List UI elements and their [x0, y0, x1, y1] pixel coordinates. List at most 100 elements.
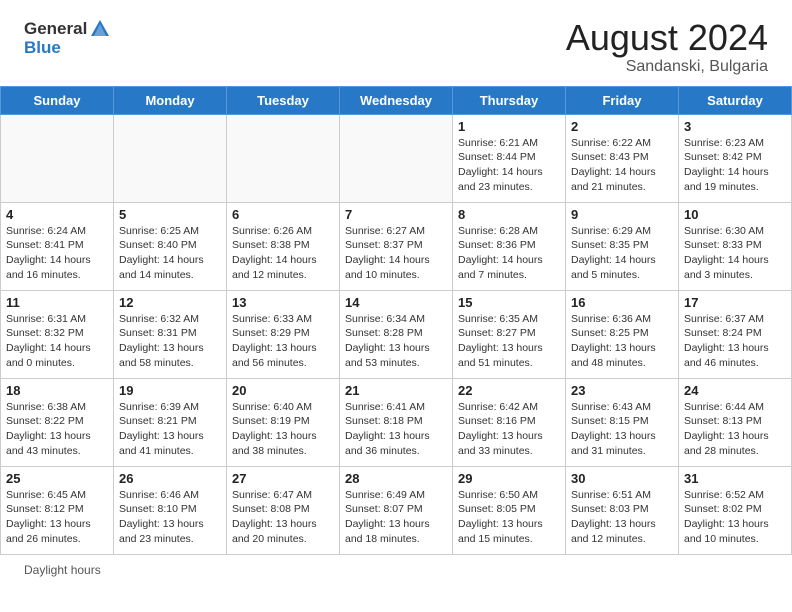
day-10: 10Sunrise: 6:30 AM Sunset: 8:33 PM Dayli…: [679, 202, 792, 290]
day-info-5: Sunrise: 6:25 AM Sunset: 8:40 PM Dayligh…: [119, 224, 221, 283]
header-thursday: Thursday: [453, 86, 566, 114]
week-row-5: 25 Sunrise: 6:45 AM Sunset: 8:12 PM Dayli…: [1, 466, 792, 554]
day-number-6: 6: [232, 207, 334, 222]
day-21: 21 Sunrise: 6:41 AM Sunset: 8:18 PM Dayli…: [340, 378, 453, 466]
day-30: 30 Sunrise: 6:51 AM Sunset: 8:03 PM Dayli…: [566, 466, 679, 554]
day-info-15: Sunrise: 6:35 AM Sunset: 8:27 PM Dayligh…: [458, 312, 560, 371]
day-number-22: 22: [458, 383, 560, 398]
day-info-31: Sunrise: 6:52 AM Sunset: 8:02 PM Dayligh…: [684, 488, 786, 547]
day-24: 24Sunrise: 6:44 AM Sunset: 8:13 PM Dayli…: [679, 378, 792, 466]
day-14: 14 Sunrise: 6:34 AM Sunset: 8:28 PM Dayli…: [340, 290, 453, 378]
day-info-21: Sunrise: 6:41 AM Sunset: 8:18 PM Dayligh…: [345, 400, 447, 459]
day-15: 15 Sunrise: 6:35 AM Sunset: 8:27 PM Dayli…: [453, 290, 566, 378]
day-number-7: 7: [345, 207, 447, 222]
day-info-22: Sunrise: 6:42 AM Sunset: 8:16 PM Dayligh…: [458, 400, 560, 459]
day-11: 11 Sunrise: 6:31 AM Sunset: 8:32 PM Dayli…: [1, 290, 114, 378]
logo-blue-text: Blue: [24, 38, 111, 58]
day-number-14: 14: [345, 295, 447, 310]
day-info-24: Sunrise: 6:44 AM Sunset: 8:13 PM Dayligh…: [684, 400, 786, 459]
week-row-3: 11 Sunrise: 6:31 AM Sunset: 8:32 PM Dayli…: [1, 290, 792, 378]
empty-day: [1, 114, 114, 202]
day-number-23: 23: [571, 383, 673, 398]
day-13: 13 Sunrise: 6:33 AM Sunset: 8:29 PM Dayli…: [227, 290, 340, 378]
day-number-8: 8: [458, 207, 560, 222]
day-info-28: Sunrise: 6:49 AM Sunset: 8:07 PM Dayligh…: [345, 488, 447, 547]
logo-general-text: General: [24, 19, 87, 39]
day-info-7: Sunrise: 6:27 AM Sunset: 8:37 PM Dayligh…: [345, 224, 447, 283]
header: General Blue August 2024 Sandanski, Bulg…: [0, 0, 792, 86]
day-number-4: 4: [6, 207, 108, 222]
header-friday: Friday: [566, 86, 679, 114]
day-number-31: 31: [684, 471, 786, 486]
day-number-1: 1: [458, 119, 560, 134]
day-7: 7 Sunrise: 6:27 AM Sunset: 8:37 PM Daylig…: [340, 202, 453, 290]
day-info-17: Sunrise: 6:37 AM Sunset: 8:24 PM Dayligh…: [684, 312, 786, 371]
day-number-25: 25: [6, 471, 108, 486]
empty-day: [227, 114, 340, 202]
day-info-8: Sunrise: 6:28 AM Sunset: 8:36 PM Dayligh…: [458, 224, 560, 283]
day-number-30: 30: [571, 471, 673, 486]
day-3: 3Sunrise: 6:23 AM Sunset: 8:42 PM Daylig…: [679, 114, 792, 202]
day-number-21: 21: [345, 383, 447, 398]
day-info-11: Sunrise: 6:31 AM Sunset: 8:32 PM Dayligh…: [6, 312, 108, 371]
day-2: 2Sunrise: 6:22 AM Sunset: 8:43 PM Daylig…: [566, 114, 679, 202]
day-number-10: 10: [684, 207, 786, 222]
day-1: 1 Sunrise: 6:21 AM Sunset: 8:44 PM Daylig…: [453, 114, 566, 202]
day-27: 27 Sunrise: 6:47 AM Sunset: 8:08 PM Dayli…: [227, 466, 340, 554]
calendar-header-row: SundayMondayTuesdayWednesdayThursdayFrid…: [1, 86, 792, 114]
week-row-4: 18Sunrise: 6:38 AM Sunset: 8:22 PM Dayli…: [1, 378, 792, 466]
day-info-27: Sunrise: 6:47 AM Sunset: 8:08 PM Dayligh…: [232, 488, 334, 547]
day-info-26: Sunrise: 6:46 AM Sunset: 8:10 PM Dayligh…: [119, 488, 221, 547]
day-info-4: Sunrise: 6:24 AM Sunset: 8:41 PM Dayligh…: [6, 224, 108, 283]
day-number-3: 3: [684, 119, 786, 134]
week-row-2: 4 Sunrise: 6:24 AM Sunset: 8:41 PM Daylig…: [1, 202, 792, 290]
daylight-label: Daylight hours: [24, 563, 101, 577]
day-22: 22 Sunrise: 6:42 AM Sunset: 8:16 PM Dayli…: [453, 378, 566, 466]
day-number-2: 2: [571, 119, 673, 134]
day-number-28: 28: [345, 471, 447, 486]
logo: General Blue: [24, 18, 111, 58]
day-number-20: 20: [232, 383, 334, 398]
empty-day: [340, 114, 453, 202]
day-28: 28 Sunrise: 6:49 AM Sunset: 8:07 PM Dayli…: [340, 466, 453, 554]
day-info-25: Sunrise: 6:45 AM Sunset: 8:12 PM Dayligh…: [6, 488, 108, 547]
header-sunday: Sunday: [1, 86, 114, 114]
day-number-5: 5: [119, 207, 221, 222]
day-23: 23Sunrise: 6:43 AM Sunset: 8:15 PM Dayli…: [566, 378, 679, 466]
day-16: 16Sunrise: 6:36 AM Sunset: 8:25 PM Dayli…: [566, 290, 679, 378]
header-tuesday: Tuesday: [227, 86, 340, 114]
day-info-9: Sunrise: 6:29 AM Sunset: 8:35 PM Dayligh…: [571, 224, 673, 283]
day-9: 9Sunrise: 6:29 AM Sunset: 8:35 PM Daylig…: [566, 202, 679, 290]
day-number-17: 17: [684, 295, 786, 310]
day-info-12: Sunrise: 6:32 AM Sunset: 8:31 PM Dayligh…: [119, 312, 221, 371]
day-17: 17 Sunrise: 6:37 AM Sunset: 8:24 PM Dayli…: [679, 290, 792, 378]
day-info-19: Sunrise: 6:39 AM Sunset: 8:21 PM Dayligh…: [119, 400, 221, 459]
day-info-1: Sunrise: 6:21 AM Sunset: 8:44 PM Dayligh…: [458, 136, 560, 195]
day-number-15: 15: [458, 295, 560, 310]
day-number-11: 11: [6, 295, 108, 310]
day-number-16: 16: [571, 295, 673, 310]
day-info-20: Sunrise: 6:40 AM Sunset: 8:19 PM Dayligh…: [232, 400, 334, 459]
day-29: 29Sunrise: 6:50 AM Sunset: 8:05 PM Dayli…: [453, 466, 566, 554]
day-info-14: Sunrise: 6:34 AM Sunset: 8:28 PM Dayligh…: [345, 312, 447, 371]
header-monday: Monday: [114, 86, 227, 114]
week-row-1: 1 Sunrise: 6:21 AM Sunset: 8:44 PM Daylig…: [1, 114, 792, 202]
day-5: 5 Sunrise: 6:25 AM Sunset: 8:40 PM Daylig…: [114, 202, 227, 290]
day-number-27: 27: [232, 471, 334, 486]
header-wednesday: Wednesday: [340, 86, 453, 114]
day-number-13: 13: [232, 295, 334, 310]
calendar: SundayMondayTuesdayWednesdayThursdayFrid…: [0, 86, 792, 555]
day-info-6: Sunrise: 6:26 AM Sunset: 8:38 PM Dayligh…: [232, 224, 334, 283]
day-info-29: Sunrise: 6:50 AM Sunset: 8:05 PM Dayligh…: [458, 488, 560, 547]
day-info-30: Sunrise: 6:51 AM Sunset: 8:03 PM Dayligh…: [571, 488, 673, 547]
day-info-13: Sunrise: 6:33 AM Sunset: 8:29 PM Dayligh…: [232, 312, 334, 371]
day-number-18: 18: [6, 383, 108, 398]
day-25: 25 Sunrise: 6:45 AM Sunset: 8:12 PM Dayli…: [1, 466, 114, 554]
location: Sandanski, Bulgaria: [566, 58, 768, 76]
logo-text: General Blue: [24, 18, 111, 58]
day-number-12: 12: [119, 295, 221, 310]
day-6: 6 Sunrise: 6:26 AM Sunset: 8:38 PM Daylig…: [227, 202, 340, 290]
day-19: 19Sunrise: 6:39 AM Sunset: 8:21 PM Dayli…: [114, 378, 227, 466]
legend: Daylight hours: [0, 555, 792, 585]
month-year: August 2024: [566, 18, 768, 58]
